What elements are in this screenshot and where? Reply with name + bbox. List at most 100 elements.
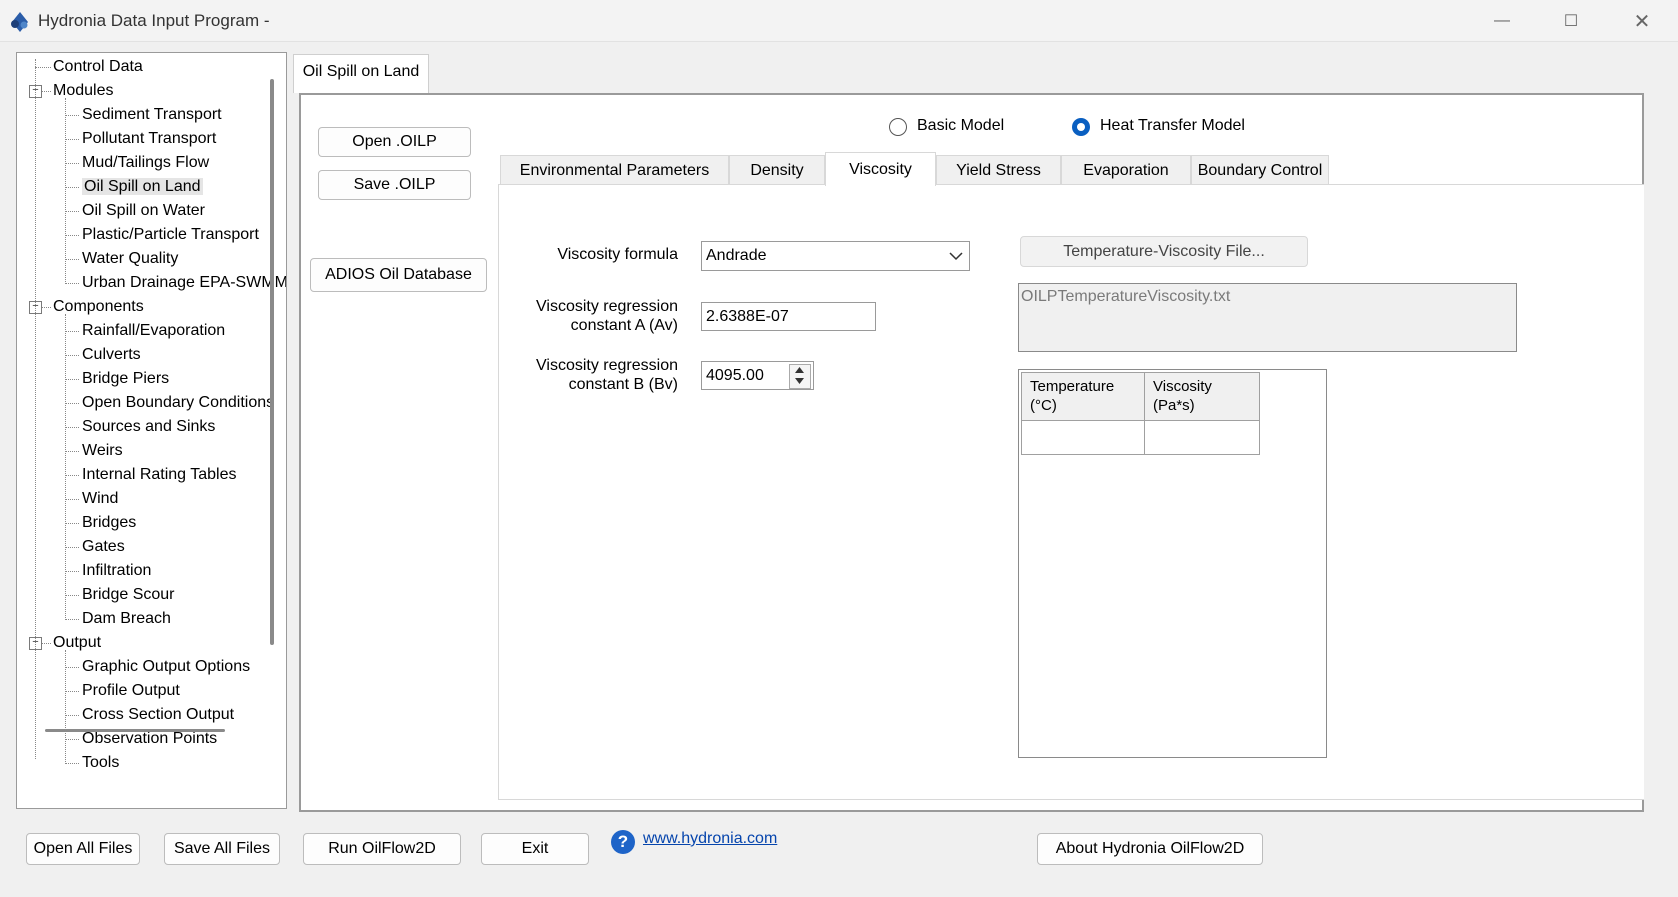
tree-item[interactable]: Sources and Sinks	[82, 416, 215, 438]
stepper-up-icon[interactable]	[795, 367, 804, 373]
tree-connector	[65, 547, 79, 548]
basic-model-radio[interactable]	[889, 118, 907, 136]
tree-item[interactable]: Wind	[82, 488, 118, 510]
tab-viscosity[interactable]: Viscosity	[825, 152, 936, 186]
tree-connector	[35, 67, 51, 68]
stepper-down-icon[interactable]	[795, 378, 804, 384]
tree-item[interactable]: Bridge Piers	[82, 368, 169, 390]
tree-connector	[65, 98, 66, 284]
tree-item-label: Bridge Scour	[82, 586, 175, 603]
constant-b-stepper[interactable]: 4095.00	[701, 361, 814, 390]
tab-density[interactable]: Density	[729, 155, 825, 185]
save-oilp-button[interactable]: Save .OILP	[318, 170, 471, 200]
tree-item[interactable]: Bridge Scour	[82, 584, 175, 606]
tab-oil-spill-on-land[interactable]: Oil Spill on Land	[293, 54, 429, 93]
tree-item-label: Profile Output	[82, 682, 180, 699]
tree-item[interactable]: Modules	[53, 80, 113, 102]
tree-item[interactable]: Cross Section Output	[82, 704, 234, 726]
minimize-button[interactable]: —	[1480, 6, 1524, 36]
tree-item[interactable]: Dam Breach	[82, 608, 171, 630]
close-button[interactable]: ✕	[1620, 6, 1664, 36]
tab-boundary-control[interactable]: Boundary Control	[1191, 155, 1329, 185]
tree-item[interactable]: Profile Output	[82, 680, 180, 702]
tree-item[interactable]: Infiltration	[82, 560, 151, 582]
constant-a-label-line2: constant A (Av)	[570, 317, 678, 334]
tree-item-label: Cross Section Output	[82, 706, 235, 723]
tree-item[interactable]: Bridges	[82, 512, 136, 534]
tree-connector	[65, 763, 79, 764]
tree-item-label: Open Boundary Conditions	[82, 394, 275, 411]
tree-item[interactable]: Components	[53, 296, 144, 318]
tree-item-label: Urban Drainage EPA-SWMM	[82, 274, 287, 291]
navigation-tree[interactable]: Control Data Modules − Sediment Transport Po…	[16, 52, 287, 809]
tree-item-label: Wind	[82, 490, 119, 507]
tree-item-label: Plastic/Particle Transport	[82, 226, 259, 243]
tab-evaporation[interactable]: Evaporation	[1061, 155, 1191, 185]
about-hydronia-oilflow2d-button[interactable]: About Hydronia OilFlow2D	[1037, 833, 1263, 865]
tab-yield-stress[interactable]: Yield Stress	[936, 155, 1061, 185]
tree-item[interactable]: Internal Rating Tables	[82, 464, 236, 486]
tree-item[interactable]: Culverts	[82, 344, 141, 366]
run-oilflow2d-button[interactable]: Run OilFlow2D	[303, 833, 461, 865]
tree-connector	[65, 211, 79, 212]
tree-item[interactable]: Output	[53, 632, 101, 654]
tab-environmental-parameters[interactable]: Environmental Parameters	[500, 155, 729, 185]
adios-oil-database-button[interactable]: ADIOS Oil Database	[310, 258, 487, 292]
tree-horizontal-scrollbar[interactable]	[45, 729, 225, 732]
tree-item[interactable]: Mud/Tailings Flow	[82, 152, 209, 174]
viscosity-formula-select[interactable]: Andrade	[701, 241, 970, 271]
tree-connector	[35, 59, 36, 759]
heat-transfer-model-label[interactable]: Heat Transfer Model	[1100, 117, 1245, 135]
tree-item[interactable]: Oil Spill on Land	[82, 176, 203, 198]
help-icon[interactable]: ?	[611, 830, 635, 854]
tree-item-label: Graphic Output Options	[82, 658, 251, 675]
tree-item-label: Mud/Tailings Flow	[82, 154, 210, 171]
tree-item[interactable]: Rainfall/Evaporation	[82, 320, 225, 342]
open-oilp-button[interactable]: Open .OILP	[318, 127, 471, 157]
tree-item[interactable]: Sediment Transport	[82, 104, 222, 126]
basic-model-label[interactable]: Basic Model	[917, 117, 1004, 135]
tree-connector	[65, 314, 66, 620]
tree-item[interactable]: Weirs	[82, 440, 123, 462]
table-header-temperature: Temperature (°C)	[1021, 372, 1145, 421]
tree-item[interactable]: Control Data	[53, 56, 143, 78]
open-all-files-button[interactable]: Open All Files	[26, 833, 140, 865]
tree-item-label: Bridge Piers	[82, 370, 170, 387]
tree-item-label: Sediment Transport	[82, 106, 222, 123]
heat-transfer-model-radio[interactable]	[1072, 118, 1090, 136]
constant-a-input[interactable]: 2.6388E-07	[701, 302, 876, 331]
tree-connector	[65, 451, 79, 452]
tree-item[interactable]: Urban Drainage EPA-SWMM	[82, 272, 287, 294]
temperature-viscosity-table[interactable]: Temperature (°C) Viscosity (Pa*s)	[1018, 369, 1327, 758]
tree-item-label: Oil Spill on Land	[82, 178, 203, 195]
tree-connector	[65, 235, 79, 236]
tree-connector	[65, 379, 79, 380]
tree-vertical-scrollbar[interactable]	[270, 79, 274, 645]
tree-item[interactable]: Oil Spill on Water	[82, 200, 205, 222]
tree-connector	[65, 259, 79, 260]
tree-item[interactable]: Pollutant Transport	[82, 128, 216, 150]
table-cell[interactable]	[1021, 420, 1145, 455]
tree-item-label: Infiltration	[82, 562, 152, 579]
tree-connector	[65, 619, 79, 620]
tree-item-label: Pollutant Transport	[82, 130, 217, 147]
tree-connector	[65, 187, 79, 188]
hydronia-website-link[interactable]: www.hydronia.com	[643, 830, 777, 848]
tree-item[interactable]: Open Boundary Conditions	[82, 392, 274, 414]
window-title: Hydronia Data Input Program -	[38, 11, 270, 30]
tree-item-label: Components	[53, 298, 144, 315]
tree-item[interactable]: Plastic/Particle Transport	[82, 224, 259, 246]
tree-connector	[65, 139, 79, 140]
tree-connector	[65, 475, 79, 476]
temperature-viscosity-file-button[interactable]: Temperature-Viscosity File...	[1020, 236, 1308, 267]
tree-connector	[65, 283, 79, 284]
tree-item[interactable]: Water Quality	[82, 248, 178, 270]
save-all-files-button[interactable]: Save All Files	[164, 833, 280, 865]
exit-button[interactable]: Exit	[481, 833, 589, 865]
table-cell[interactable]	[1144, 420, 1260, 455]
tree-item[interactable]: Gates	[82, 536, 125, 558]
maximize-button[interactable]: ☐	[1549, 6, 1593, 36]
tree-item[interactable]: Tools	[82, 752, 119, 774]
constant-a-label: Viscosity regression constant A (Av)	[520, 297, 678, 335]
tree-item[interactable]: Graphic Output Options	[82, 656, 250, 678]
